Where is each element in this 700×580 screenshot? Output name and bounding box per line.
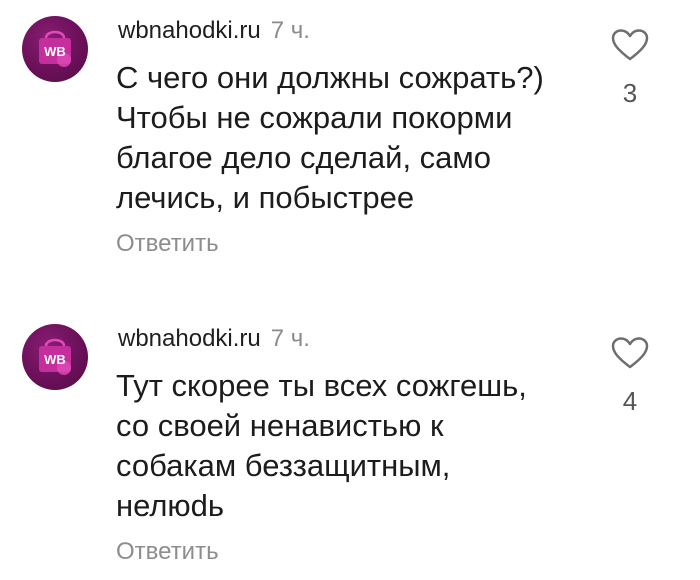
timestamp: 7 ч.: [270, 17, 310, 44]
reply-button[interactable]: Ответить: [116, 229, 219, 259]
wb-bag-logo: WB: [39, 30, 71, 67]
like-count: 3: [622, 78, 638, 108]
comment: WB wbnahodki.ru 7 ч. Тут скорее ты всех с…: [0, 308, 700, 580]
avatar[interactable]: WB: [22, 16, 88, 82]
comment-meta: wbnahodki.ru 7 ч.: [118, 322, 310, 355]
like-count: 4: [622, 386, 638, 416]
like-button[interactable]: 3: [610, 28, 650, 108]
svg-text:WB: WB: [44, 44, 66, 59]
username-link[interactable]: wbnahodki.ru: [118, 325, 261, 352]
avatar[interactable]: WB: [22, 324, 88, 390]
like-button[interactable]: 4: [610, 336, 650, 416]
username-link[interactable]: wbnahodki.ru: [118, 17, 261, 44]
heart-outline-icon: [611, 29, 649, 61]
comment: WB wbnahodki.ru 7 ч. С чего они должны со…: [0, 0, 700, 290]
timestamp: 7 ч.: [270, 325, 310, 352]
wb-bag-logo: WB: [39, 338, 71, 375]
comment-text: С чего они должны сожрать?) Чтобы не сож…: [116, 60, 544, 215]
comment-text: Тут скорее ты всех сожгешь, со своей нен…: [116, 368, 527, 523]
reply-button[interactable]: Ответить: [116, 537, 219, 567]
svg-text:WB: WB: [44, 352, 66, 367]
comment-meta: wbnahodki.ru 7 ч.: [118, 14, 310, 47]
heart-outline-icon: [611, 337, 649, 369]
